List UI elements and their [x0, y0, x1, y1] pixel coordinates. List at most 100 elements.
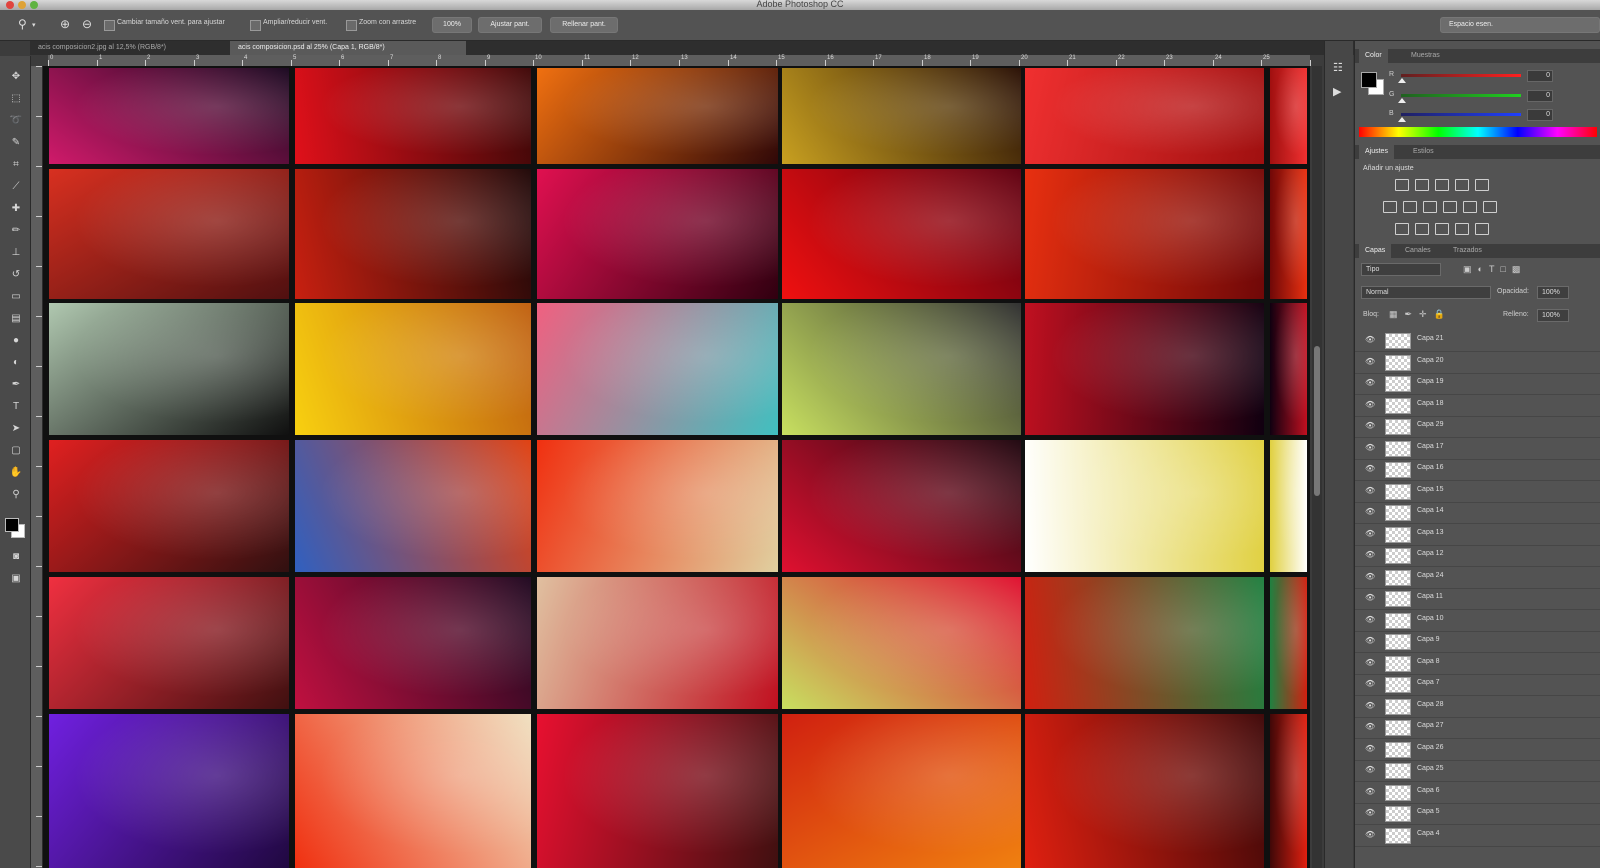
- layer-row[interactable]: 👁 Capa 7: [1355, 674, 1600, 696]
- channel-b-value[interactable]: 0: [1527, 109, 1553, 121]
- visibility-eye-icon[interactable]: 👁: [1365, 701, 1375, 710]
- visibility-eye-icon[interactable]: 👁: [1365, 787, 1375, 796]
- threshold-icon[interactable]: [1435, 223, 1449, 235]
- gradient-tool-icon[interactable]: ▤: [8, 312, 24, 326]
- curves-icon[interactable]: [1435, 179, 1449, 191]
- selective-color-icon[interactable]: [1475, 223, 1489, 235]
- color-balance-icon[interactable]: [1403, 201, 1417, 213]
- levels-icon[interactable]: [1415, 179, 1429, 191]
- eyedropper-tool-icon[interactable]: ⟋: [8, 180, 24, 194]
- layer-row[interactable]: 👁 Capa 20: [1355, 352, 1600, 374]
- layer-filter-kind-select[interactable]: Tipo: [1361, 263, 1441, 276]
- zoom-in-icon[interactable]: ⊕: [60, 17, 70, 31]
- channel-g-slider[interactable]: [1398, 94, 1521, 103]
- resize-windows-checkbox[interactable]: [104, 20, 115, 31]
- visibility-eye-icon[interactable]: 👁: [1365, 830, 1375, 839]
- channel-g-value[interactable]: 0: [1527, 90, 1553, 102]
- layer-row[interactable]: 👁 Capa 29: [1355, 416, 1600, 438]
- tab-color[interactable]: Color: [1359, 49, 1388, 63]
- eraser-tool-icon[interactable]: ▭: [8, 290, 24, 304]
- visibility-eye-icon[interactable]: 👁: [1365, 722, 1375, 731]
- layer-row[interactable]: 👁 Capa 12: [1355, 545, 1600, 567]
- tab-paths[interactable]: Trazados: [1447, 244, 1488, 258]
- crop-tool-icon[interactable]: ⌗: [8, 158, 24, 172]
- layer-row[interactable]: 👁 Capa 16: [1355, 459, 1600, 481]
- channel-r-value[interactable]: 0: [1527, 70, 1553, 82]
- slider-handle[interactable]: [1398, 98, 1406, 103]
- move-tool-icon[interactable]: ✥: [8, 70, 24, 84]
- visibility-eye-icon[interactable]: 👁: [1365, 400, 1375, 409]
- vertical-ruler[interactable]: [31, 66, 43, 868]
- zoom-all-windows-checkbox[interactable]: [250, 20, 261, 31]
- fill-field[interactable]: 100%: [1537, 309, 1569, 322]
- layer-row[interactable]: 👁 Capa 14: [1355, 502, 1600, 524]
- layer-filter-icons[interactable]: ▣◐T□▩: [1463, 264, 1526, 275]
- layer-row[interactable]: 👁 Capa 10: [1355, 610, 1600, 632]
- tab-adjustments[interactable]: Ajustes: [1359, 145, 1394, 159]
- foreground-color-swatch[interactable]: [1361, 72, 1377, 88]
- layer-row[interactable]: 👁 Capa 26: [1355, 739, 1600, 761]
- layer-row[interactable]: 👁 Capa 5: [1355, 803, 1600, 825]
- visibility-eye-icon[interactable]: 👁: [1365, 744, 1375, 753]
- layer-row[interactable]: 👁 Capa 25: [1355, 760, 1600, 782]
- posterize-icon[interactable]: [1415, 223, 1429, 235]
- bw-icon[interactable]: [1423, 201, 1437, 213]
- color-spectrum-ramp[interactable]: [1359, 127, 1597, 137]
- zoom-tool-icon[interactable]: ⚲: [8, 488, 24, 502]
- slider-handle[interactable]: [1398, 78, 1406, 83]
- shape-tool-icon[interactable]: ▢: [8, 444, 24, 458]
- lock-icons[interactable]: ▦✒✛🔒: [1389, 309, 1452, 320]
- layer-row[interactable]: 👁 Capa 9: [1355, 631, 1600, 653]
- layer-row[interactable]: 👁 Capa 17: [1355, 438, 1600, 460]
- canvas-vertical-scrollbar[interactable]: [1312, 66, 1322, 868]
- visibility-eye-icon[interactable]: 👁: [1365, 529, 1375, 538]
- layer-row[interactable]: 👁 Capa 28: [1355, 696, 1600, 718]
- color-lookup-icon[interactable]: [1483, 201, 1497, 213]
- type-tool-icon[interactable]: T: [8, 400, 24, 414]
- visibility-eye-icon[interactable]: 👁: [1365, 765, 1375, 774]
- opacity-field[interactable]: 100%: [1537, 286, 1569, 299]
- history-panel-icon[interactable]: ☷: [1333, 61, 1343, 74]
- lasso-tool-icon[interactable]: ➰: [8, 114, 24, 128]
- quick-select-tool-icon[interactable]: ✎: [8, 136, 24, 150]
- visibility-eye-icon[interactable]: 👁: [1365, 679, 1375, 688]
- visibility-eye-icon[interactable]: 👁: [1365, 550, 1375, 559]
- visibility-eye-icon[interactable]: 👁: [1365, 808, 1375, 817]
- blur-tool-icon[interactable]: ●: [8, 334, 24, 348]
- pen-tool-icon[interactable]: ✒: [8, 378, 24, 392]
- healing-brush-tool-icon[interactable]: ✚: [8, 202, 24, 216]
- screen-mode-icon[interactable]: ▣: [8, 572, 24, 586]
- visibility-eye-icon[interactable]: 👁: [1365, 443, 1375, 452]
- scrubby-zoom-checkbox[interactable]: [346, 20, 357, 31]
- quick-mask-icon[interactable]: ◙: [8, 550, 24, 564]
- tab-document-1[interactable]: acis composicion2.jpg al 12,5% (RGB/8*): [30, 41, 232, 55]
- slider-handle[interactable]: [1398, 117, 1406, 122]
- layer-row[interactable]: 👁 Capa 15: [1355, 481, 1600, 503]
- brightness-icon[interactable]: [1395, 179, 1409, 191]
- fill-screen-button[interactable]: Rellenar pant.: [550, 17, 618, 33]
- layer-row[interactable]: 👁 Capa 6: [1355, 782, 1600, 804]
- document-canvas[interactable]: [43, 66, 1310, 868]
- hand-tool-icon[interactable]: ✋: [8, 466, 24, 480]
- layer-row[interactable]: 👁 Capa 24: [1355, 567, 1600, 589]
- channel-r-slider[interactable]: [1398, 74, 1521, 83]
- clone-stamp-tool-icon[interactable]: ⊥: [8, 246, 24, 260]
- visibility-eye-icon[interactable]: 👁: [1365, 658, 1375, 667]
- vibrance-icon[interactable]: [1475, 179, 1489, 191]
- visibility-eye-icon[interactable]: 👁: [1365, 357, 1375, 366]
- foreground-color-chip[interactable]: [5, 518, 19, 532]
- tab-swatches[interactable]: Muestras: [1405, 49, 1446, 63]
- exposure-icon[interactable]: [1455, 179, 1469, 191]
- tool-preset-chevron-icon[interactable]: ▾: [32, 21, 36, 29]
- visibility-eye-icon[interactable]: 👁: [1365, 507, 1375, 516]
- workspace-switcher[interactable]: Espacio esen.: [1440, 17, 1600, 33]
- channel-b-slider[interactable]: [1398, 113, 1521, 122]
- layer-row[interactable]: 👁 Capa 4: [1355, 825, 1600, 847]
- layer-row[interactable]: 👁 Capa 19: [1355, 373, 1600, 395]
- blend-mode-select[interactable]: Normal: [1361, 286, 1491, 299]
- zoom-value-field[interactable]: 100%: [432, 17, 472, 33]
- visibility-eye-icon[interactable]: 👁: [1365, 572, 1375, 581]
- gradient-map-icon[interactable]: [1455, 223, 1469, 235]
- visibility-eye-icon[interactable]: 👁: [1365, 636, 1375, 645]
- tab-document-2[interactable]: acis composicion.psd al 25% (Capa 1, RGB…: [230, 41, 466, 55]
